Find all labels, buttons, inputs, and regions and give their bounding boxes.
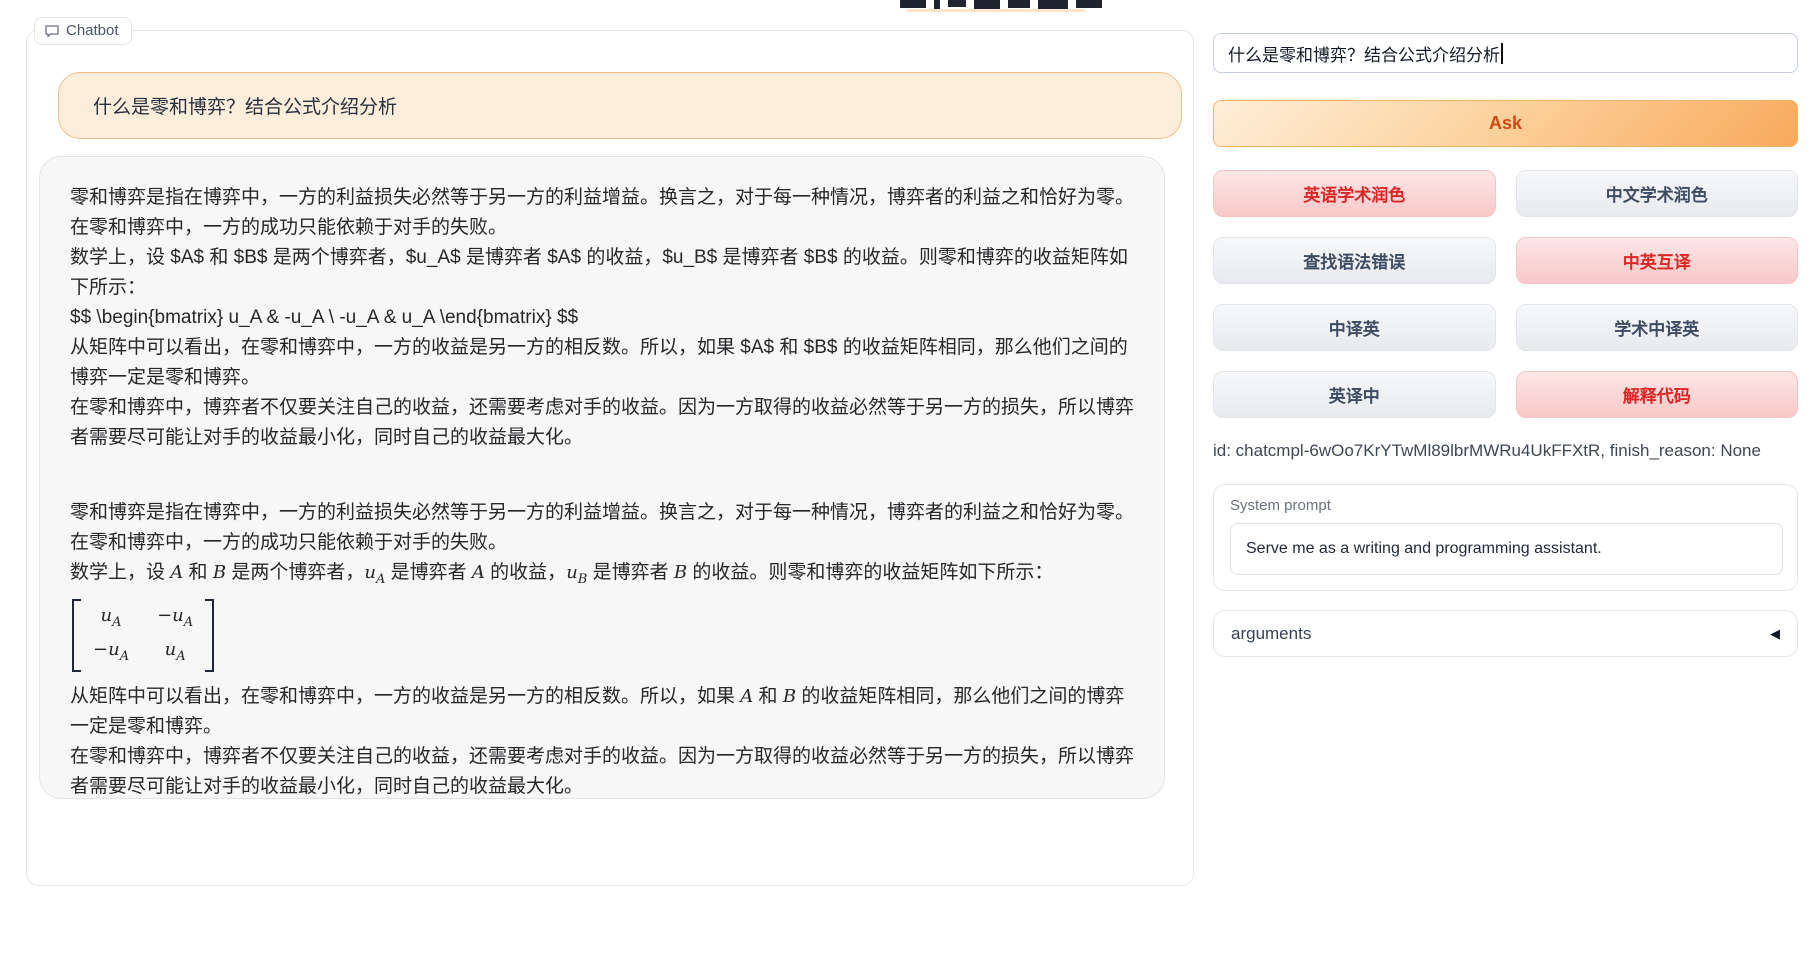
bot-raw-paragraph-4: 从矩阵中可以看出，在零和博弈中，一方的收益是另一方的相反数。所以，如果 $A$ … [70,333,1134,393]
clipped-page-title [893,0,1133,12]
quick-button-zh-en-mutual-translate[interactable]: 中英互译 [1516,237,1799,284]
bot-rendered-paragraph-2: 数学上，设 A 和 B 是两个博弈者，uA 是博弈者 A 的收益，uB 是博弈者… [70,558,1134,595]
system-prompt-input[interactable]: Serve me as a writing and programming as… [1230,523,1783,575]
accordion-collapse-icon: ◀ [1770,626,1780,642]
bot-message-bubble: 零和博弈是指在博弈中，一方的利益损失必然等于另一方的利益增益。换言之，对于每一种… [39,156,1165,799]
ask-button[interactable]: Ask [1213,100,1798,147]
bot-rendered-paragraph-4: 从矩阵中可以看出，在零和博弈中，一方的收益是另一方的相反数。所以，如果 A 和 … [70,682,1134,742]
quick-button-zh-to-en[interactable]: 中译英 [1213,304,1496,351]
question-input-value: 什么是零和博弈？结合公式介绍分析 [1228,41,1500,66]
system-prompt-card: System prompt Serve me as a writing and … [1213,484,1798,591]
bot-rendered-paragraph-1: 零和博弈是指在博弈中，一方的利益损失必然等于另一方的利益增益。换言之，对于每一种… [70,498,1134,558]
system-prompt-label: System prompt [1230,497,1331,514]
chatbot-label-chip: Chatbot [34,17,132,45]
chatbot-label: Chatbot [66,22,119,39]
quick-actions-grid: 英语学术润色 中文学术润色 查找语法错误 中英互译 中译英 学术中译英 英译中 … [1213,170,1798,418]
matrix-left-bracket [72,599,81,673]
quick-button-academic-zh-to-en[interactable]: 学术中译英 [1516,304,1799,351]
response-status-line: id: chatcmpl-6wOo7KrYTwMl89lbrMWRu4UkFFX… [1213,441,1798,461]
user-message-bubble: 什么是零和博弈？结合公式介绍分析 [58,72,1182,139]
matrix-right-bracket [205,599,214,673]
question-input[interactable]: 什么是零和博弈？结合公式介绍分析 [1213,33,1798,73]
quick-button-chinese-academic-polish[interactable]: 中文学术润色 [1516,170,1799,217]
payoff-matrix: uA −uA −uA uA [72,599,214,673]
paragraph-gap [70,453,1134,498]
chatbot-panel: Chatbot 什么是零和博弈？结合公式介绍分析 零和博弈是指在博弈中，一方的利… [26,30,1194,886]
bot-raw-paragraph-1: 零和博弈是指在博弈中，一方的利益损失必然等于另一方的利益增益。换言之，对于每一种… [70,183,1134,243]
bot-rendered-paragraph-5: 在零和博弈中，博弈者不仅要关注自己的收益，还需要考虑对手的收益。因为一方取得的收… [70,742,1134,799]
clipped-title-underline [907,9,1085,12]
quick-button-find-grammar-errors[interactable]: 查找语法错误 [1213,237,1496,284]
arguments-accordion-label: arguments [1231,624,1311,644]
arguments-accordion-header[interactable]: arguments ◀ [1213,610,1798,657]
bot-raw-paragraph-5: 在零和博弈中，博弈者不仅要关注自己的收益，还需要考虑对手的收益。因为一方取得的收… [70,393,1134,453]
quick-button-english-academic-polish[interactable]: 英语学术润色 [1213,170,1496,217]
quick-button-explain-code[interactable]: 解释代码 [1516,371,1799,418]
chat-bubble-icon [44,23,60,39]
bot-raw-latex-formula: $$ \begin{bmatrix} u_A & -u_A \ -u_A & u… [70,303,1134,333]
user-message-text: 什么是零和博弈？结合公式介绍分析 [93,92,397,119]
bot-raw-paragraph-2: 数学上，设 $A$ 和 $B$ 是两个博弈者，$u_A$ 是博弈者 $A$ 的收… [70,243,1134,303]
quick-button-en-to-zh[interactable]: 英译中 [1213,371,1496,418]
text-cursor [1501,43,1503,64]
